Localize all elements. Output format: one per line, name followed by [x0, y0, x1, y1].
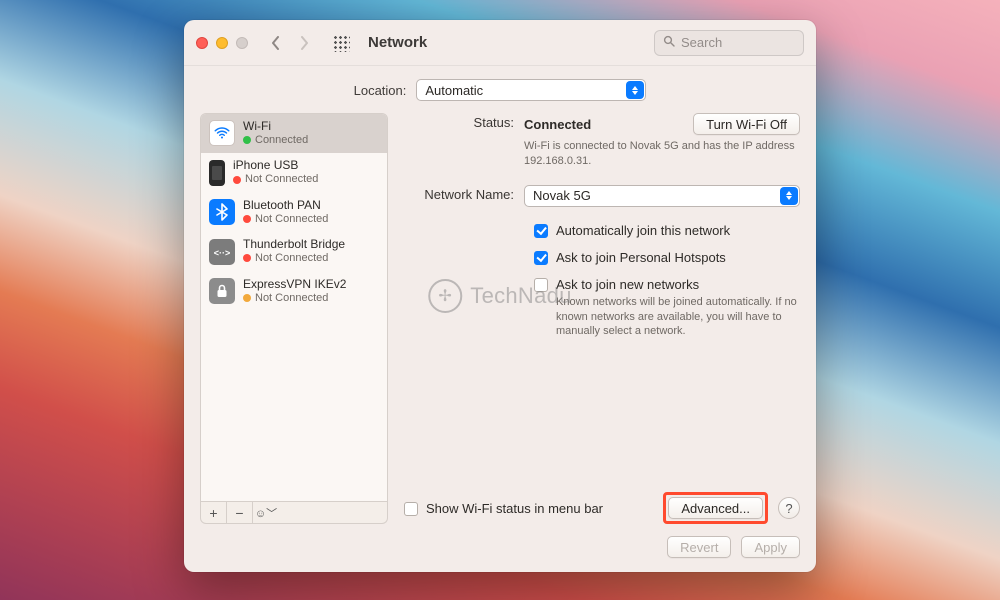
apply-button[interactable]: Apply	[741, 536, 800, 558]
location-value: Automatic	[425, 83, 483, 98]
svg-text:<··>: <··>	[214, 248, 230, 258]
auto-join-network-checkbox[interactable]	[534, 224, 548, 238]
service-actions-button[interactable]: ☺︎﹀	[253, 502, 279, 523]
sidebar-footer: + − ☺︎﹀	[200, 502, 388, 524]
sidebar-item-label: Bluetooth PAN	[243, 199, 328, 213]
status-label: Status:	[404, 113, 524, 130]
iphone-icon	[209, 160, 225, 186]
status-dot-icon	[243, 254, 251, 262]
minimize-window-icon[interactable]	[216, 37, 228, 49]
window-footer: Revert Apply	[184, 536, 816, 572]
network-name-label: Network Name:	[404, 185, 524, 202]
search-field[interactable]: Search	[654, 30, 804, 56]
show-wifi-menubar-checkbox[interactable]	[404, 502, 418, 516]
network-name-value: Novak 5G	[533, 188, 591, 203]
sidebar-item-status: Not Connected	[255, 292, 328, 305]
search-icon	[663, 35, 675, 50]
lock-icon	[209, 278, 235, 304]
sidebar-item-label: iPhone USB	[233, 159, 318, 173]
wifi-icon	[209, 120, 235, 146]
sidebar-item-expressvpn-ikev2[interactable]: ExpressVPN IKEv2 Not Connected	[201, 272, 387, 311]
ask-personal-hotspots-label: Ask to join Personal Hotspots	[556, 250, 726, 265]
ask-new-networks-subtext: Known networks will be joined automatica…	[556, 295, 800, 340]
sidebar-item-iphone-usb[interactable]: iPhone USB Not Connected	[201, 153, 387, 192]
ask-personal-hotspots-checkbox[interactable]	[534, 251, 548, 265]
sidebar-item-label: Wi-Fi	[243, 120, 308, 134]
help-button[interactable]: ?	[778, 497, 800, 519]
status-dot-icon	[243, 136, 251, 144]
remove-service-button[interactable]: −	[227, 502, 253, 523]
select-stepper-icon	[626, 81, 644, 99]
revert-button[interactable]: Revert	[667, 536, 731, 558]
titlebar: Network Search	[184, 20, 816, 66]
thunderbolt-icon: <··>	[209, 239, 235, 265]
sidebar-item-label: Thunderbolt Bridge	[243, 238, 345, 252]
location-row: Location: Automatic	[184, 66, 816, 113]
status-dot-icon	[243, 294, 251, 302]
window-controls	[196, 37, 248, 49]
advanced-button[interactable]: Advanced...	[668, 497, 763, 519]
network-name-select[interactable]: Novak 5G	[524, 185, 800, 207]
service-detail-panel: Status: Connected Turn Wi-Fi Off Wi-Fi i…	[400, 113, 800, 524]
sidebar-item-status: Not Connected	[255, 252, 328, 265]
services-sidebar: Wi-Fi Connected iPhone USB Not Connected	[200, 113, 388, 524]
sidebar-item-status: Not Connected	[245, 173, 318, 186]
auto-join-network-label: Automatically join this network	[556, 223, 730, 238]
close-window-icon[interactable]	[196, 37, 208, 49]
sidebar-item-bluetooth-pan[interactable]: Bluetooth PAN Not Connected	[201, 193, 387, 232]
window-title: Network	[368, 34, 427, 51]
location-label: Location:	[354, 83, 407, 98]
status-value: Connected	[524, 117, 591, 132]
back-button[interactable]	[264, 31, 288, 55]
zoom-window-icon[interactable]	[236, 37, 248, 49]
sidebar-item-wifi[interactable]: Wi-Fi Connected	[201, 114, 387, 153]
ask-new-networks-label: Ask to join new networks	[556, 277, 800, 292]
show-wifi-menubar-label: Show Wi-Fi status in menu bar	[426, 501, 603, 516]
sidebar-item-thunderbolt-bridge[interactable]: <··> Thunderbolt Bridge Not Connected	[201, 232, 387, 271]
toggle-wifi-button[interactable]: Turn Wi-Fi Off	[693, 113, 800, 135]
ask-new-networks-checkbox[interactable]	[534, 278, 548, 292]
sidebar-item-label: ExpressVPN IKEv2	[243, 278, 346, 292]
sidebar-item-status: Connected	[255, 134, 308, 147]
add-service-button[interactable]: +	[201, 502, 227, 523]
bluetooth-icon	[209, 199, 235, 225]
select-stepper-icon	[780, 187, 798, 205]
status-dot-icon	[233, 176, 241, 184]
location-select[interactable]: Automatic	[416, 79, 646, 101]
search-placeholder: Search	[681, 35, 722, 50]
sidebar-item-status: Not Connected	[255, 213, 328, 226]
status-dot-icon	[243, 215, 251, 223]
show-all-prefs-icon[interactable]	[332, 34, 350, 52]
status-subtext: Wi-Fi is connected to Novak 5G and has t…	[524, 139, 800, 169]
forward-button[interactable]	[292, 31, 316, 55]
network-preferences-window: Network Search Location: Automatic	[184, 20, 816, 572]
advanced-highlight: Advanced...	[663, 492, 768, 524]
